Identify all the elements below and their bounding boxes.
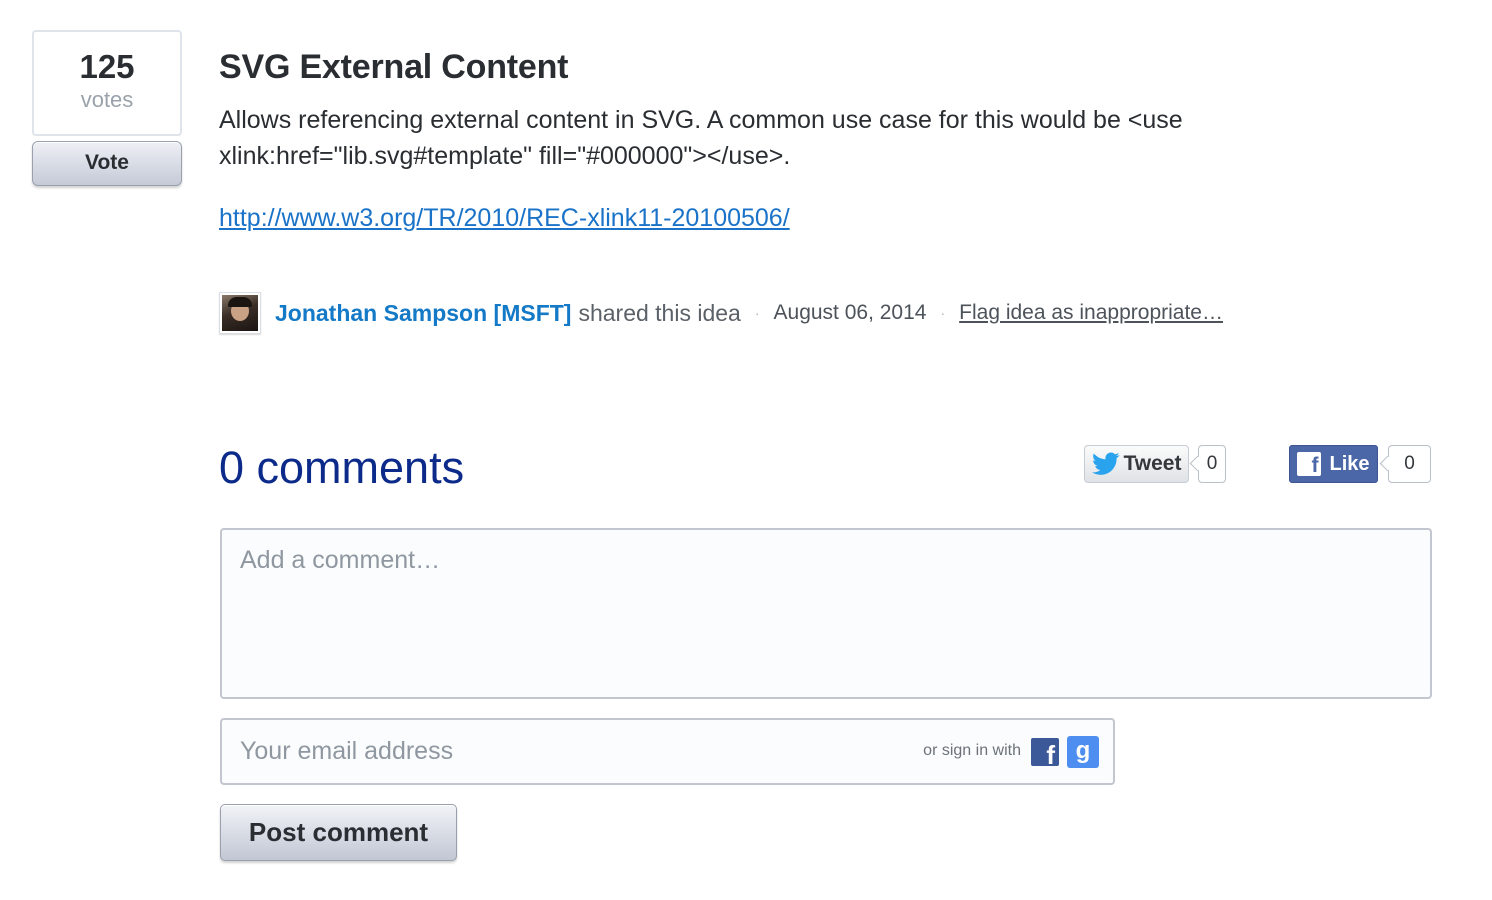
facebook-signin-icon[interactable]: f: [1031, 738, 1059, 766]
facebook-icon: f: [1297, 452, 1322, 476]
like-label: Like: [1329, 452, 1370, 475]
comments-heading: 0 comments: [219, 442, 465, 493]
author-avatar[interactable]: [219, 292, 261, 334]
tweet-label: Tweet: [1123, 452, 1182, 475]
separator-dot: ·: [754, 305, 760, 321]
vote-label: votes: [80, 87, 134, 112]
vote-count-box: 125 votes: [32, 30, 182, 136]
separator-dot: ·: [940, 305, 946, 321]
author-link[interactable]: Jonathan Sampson [MSFT]: [275, 300, 571, 327]
vote-count: 125: [79, 48, 135, 85]
flag-idea-link[interactable]: Flag idea as inappropriate…: [959, 301, 1223, 325]
avatar-image: [222, 295, 258, 331]
idea-reference-link[interactable]: http://www.w3.org/TR/2010/REC-xlink11-20…: [219, 200, 790, 236]
tweet-button[interactable]: Tweet: [1084, 445, 1189, 483]
twitter-bird-icon: [1091, 452, 1120, 475]
shared-text: shared this idea: [578, 299, 741, 326]
idea-page: 125 votes Vote SVG External Content Allo…: [0, 0, 1492, 900]
idea-meta: Jonathan Sampson [MSFT] shared this idea…: [219, 292, 1223, 334]
idea-description: Allows referencing external content in S…: [219, 106, 1183, 170]
idea-date: August 06, 2014: [773, 301, 927, 324]
tweet-count: 0: [1198, 445, 1226, 483]
post-comment-button[interactable]: Post comment: [220, 804, 457, 861]
comment-textarea[interactable]: [220, 528, 1432, 699]
google-signin-icon[interactable]: g: [1067, 736, 1099, 768]
like-count: 0: [1388, 445, 1431, 483]
vote-button[interactable]: Vote: [32, 141, 182, 186]
email-input[interactable]: [222, 720, 902, 783]
facebook-like-button[interactable]: f Like: [1289, 445, 1378, 483]
idea-title: SVG External Content: [219, 48, 569, 86]
email-field-wrapper: or sign in with f g: [220, 718, 1115, 785]
sign-in-with-text: or sign in with: [923, 742, 1021, 759]
